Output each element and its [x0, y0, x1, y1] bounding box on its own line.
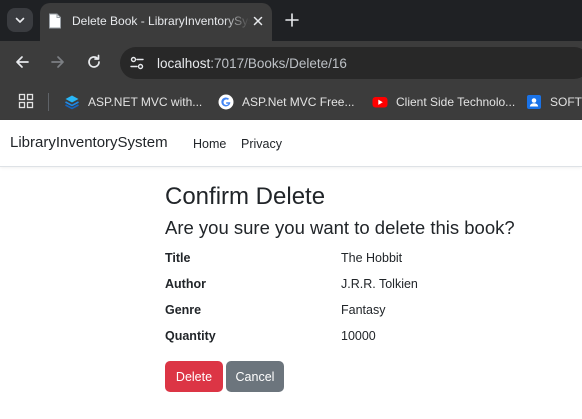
detail-label: Title	[165, 251, 191, 265]
detail-row-author: Author J.R.R. Tolkien	[165, 272, 582, 298]
detail-row-genre: Genre Fantasy	[165, 298, 582, 324]
close-icon[interactable]	[251, 14, 265, 28]
apps-grid-icon[interactable]	[18, 93, 34, 109]
bookmarks-divider	[48, 93, 49, 111]
detail-value: 10000	[341, 329, 376, 343]
forward-arrow-icon[interactable]	[48, 52, 68, 72]
bookmark-label: SOFTW	[550, 95, 582, 109]
detail-row-quantity: Quantity 10000	[165, 324, 582, 350]
document-icon	[49, 13, 61, 29]
delete-confirmation: Confirm Delete Are you sure you want to …	[165, 182, 582, 392]
nav-link-home[interactable]: Home	[193, 137, 226, 151]
confirmation-question: Are you sure you want to delete this boo…	[165, 217, 515, 238]
page-title: Confirm Delete	[165, 183, 326, 210]
bookmark-client-side-technolo[interactable]: Client Side Technolo...	[372, 92, 515, 112]
tab-search-button[interactable]	[7, 8, 33, 32]
site-navbar: LibraryInventorySystem Home Privacy	[0, 120, 582, 167]
bookmark-aspnet-mvc-with[interactable]: ASP.NET MVC with...	[64, 92, 202, 112]
contacts-icon	[527, 95, 541, 109]
bookmark-aspnet-mvc-free[interactable]: ASP.Net MVC Free...	[218, 92, 354, 112]
url-host: localhost	[157, 56, 211, 71]
browser-tabstrip: Delete Book - LibraryInventorySystem	[0, 0, 582, 41]
bookmark-label: ASP.Net MVC Free...	[242, 95, 355, 109]
cancel-button[interactable]: Cancel	[226, 361, 284, 392]
chevron-down-icon	[15, 17, 25, 23]
detail-label: Author	[165, 277, 206, 291]
bookmarks-bar: ASP.NET MVC with... ASP.Net MVC Free... …	[0, 84, 582, 120]
book-details: Title The Hobbit Author J.R.R. Tolkien G…	[165, 246, 582, 350]
back-arrow-icon[interactable]	[12, 52, 32, 72]
tab-title: Delete Book - LibraryInventorySystem	[72, 14, 250, 28]
reload-icon[interactable]	[84, 52, 104, 72]
detail-label: Genre	[165, 303, 202, 317]
plus-icon[interactable]	[282, 10, 302, 30]
bookmark-label: Client Side Technolo...	[396, 95, 516, 109]
detail-value: J.R.R. Tolkien	[341, 277, 418, 291]
navbar-brand[interactable]: LibraryInventorySystem	[10, 134, 168, 151]
address-bar[interactable]: localhost:7017/Books/Delete/16	[120, 47, 582, 79]
google-icon	[218, 94, 234, 110]
browser-tab-active[interactable]: Delete Book - LibraryInventorySystem	[40, 3, 272, 41]
layers-icon	[65, 95, 79, 110]
bookmark-label: ASP.NET MVC with...	[88, 95, 203, 109]
detail-row-title: Title The Hobbit	[165, 246, 582, 272]
url-text: localhost:7017/Books/Delete/16	[157, 56, 347, 71]
detail-value: The Hobbit	[341, 251, 403, 265]
url-path: :7017/Books/Delete/16	[210, 56, 347, 71]
detail-label: Quantity	[165, 329, 216, 343]
site-settings-icon[interactable]	[129, 55, 145, 71]
browser-toolbar: localhost:7017/Books/Delete/16	[0, 41, 582, 84]
bookmark-softw[interactable]: SOFTW	[526, 92, 582, 112]
nav-link-privacy[interactable]: Privacy	[241, 137, 282, 151]
youtube-icon	[372, 97, 388, 108]
detail-value: Fantasy	[341, 303, 386, 317]
delete-button[interactable]: Delete	[165, 361, 223, 392]
